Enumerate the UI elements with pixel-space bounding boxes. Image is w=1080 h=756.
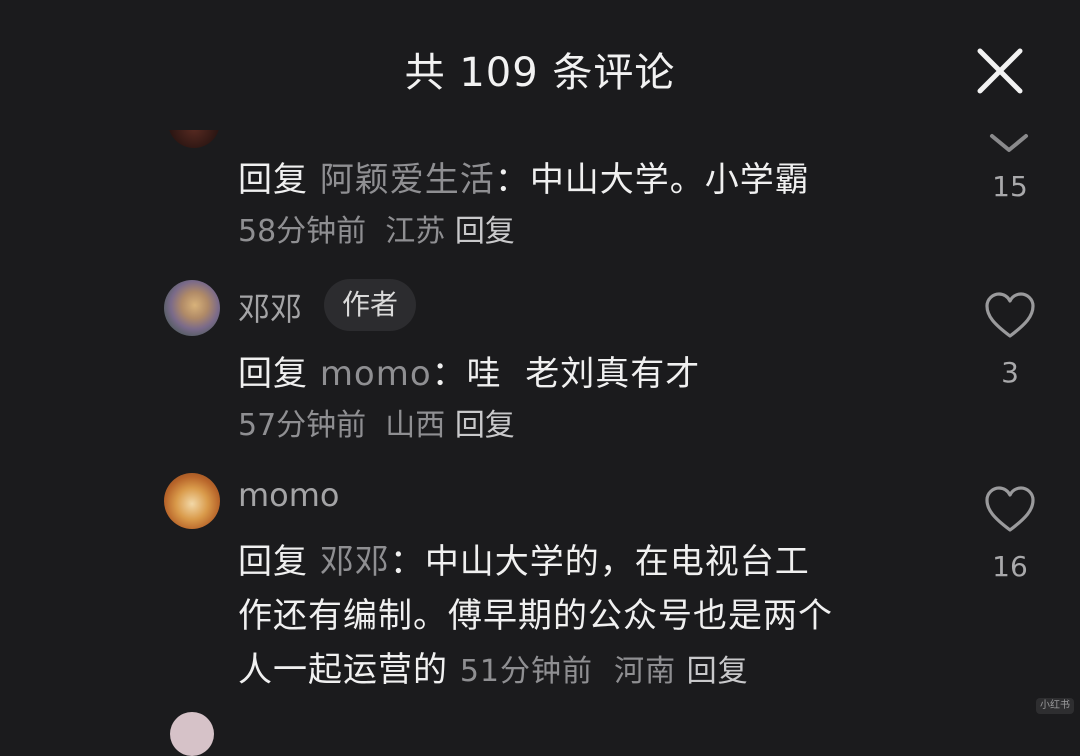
comment-meta: 57分钟前 山西 回复 (238, 400, 515, 444)
comment-text: 回复 邓邓：中山大学的，在电视台工 (238, 542, 810, 582)
like-count: 15 (992, 170, 1028, 203)
location: 江苏 (385, 214, 446, 249)
timestamp: 51分钟前 (459, 654, 593, 689)
avatar[interactable] (170, 712, 214, 756)
close-icon (977, 48, 1023, 94)
comment-text: 回复 阿颖爱生活：中山大学。小学霸 (238, 160, 810, 200)
commenter-name[interactable]: 邓邓 (238, 284, 302, 330)
reply-button[interactable]: 回复 (455, 408, 515, 443)
location: 河南 (614, 654, 677, 689)
comment-text-line: 人一起运营的 51分钟前 河南 回复 (238, 650, 749, 690)
timestamp: 58分钟前 (238, 214, 367, 249)
watermark: 小红书 (1036, 698, 1074, 714)
heart-icon[interactable] (984, 486, 1036, 534)
comments-header: 共 109 条评论 (0, 0, 1080, 130)
comment-text: 回复 momo：哇 老刘真有才 (238, 354, 701, 394)
reply-target[interactable]: 阿颖爱生活 (320, 160, 495, 200)
reply-target[interactable]: 邓邓 (320, 542, 390, 582)
author-badge: 作者 (324, 279, 416, 331)
location: 山西 (385, 408, 446, 443)
reply-button[interactable]: 回复 (455, 214, 515, 249)
avatar[interactable] (164, 473, 220, 529)
reply-target[interactable]: momo (320, 354, 432, 394)
comments-title: 共 109 条评论 (404, 50, 676, 96)
comment-meta: 51分钟前 河南 回复 (460, 654, 749, 689)
heart-icon[interactable] (984, 292, 1036, 340)
comment-meta: 58分钟前 江苏 回复 (238, 206, 515, 250)
like-count: 16 (992, 550, 1028, 583)
commenter-name[interactable]: momo (238, 476, 340, 514)
comment-text-line: 作还有编制。傅早期的公众号也是两个 (238, 596, 833, 636)
avatar[interactable] (164, 280, 220, 336)
timestamp: 57分钟前 (238, 408, 367, 443)
close-button[interactable] (972, 43, 1028, 99)
like-count: 3 (1001, 356, 1019, 389)
reply-button[interactable]: 回复 (687, 654, 749, 689)
